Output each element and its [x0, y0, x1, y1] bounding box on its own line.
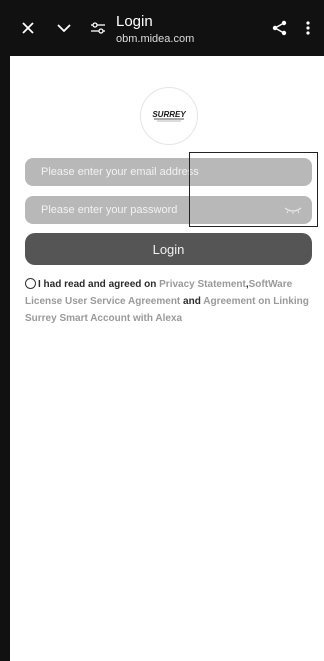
agreement-prefix: I had read and agreed on [38, 279, 157, 290]
privacy-statement-link[interactable]: Privacy Statement [159, 279, 246, 290]
close-icon[interactable] [18, 18, 38, 38]
agreement-and: and [183, 296, 201, 307]
eye-closed-icon[interactable] [283, 203, 303, 217]
agreement-text: I had read and agreed on Privacy Stateme… [25, 276, 315, 327]
page-title-block: Login obm.midea.com [116, 13, 195, 45]
agree-radio[interactable] [25, 278, 36, 289]
chevron-down-icon[interactable] [54, 18, 74, 38]
email-field[interactable] [25, 158, 312, 186]
svg-text:SURREY: SURREY [152, 110, 186, 119]
password-field[interactable] [25, 196, 312, 224]
surrey-logo: SURREY [140, 87, 198, 145]
page-url: obm.midea.com [116, 32, 195, 45]
share-icon[interactable] [270, 18, 290, 38]
more-vert-icon[interactable] [302, 18, 314, 38]
page-title: Login [116, 13, 153, 30]
browser-top-bar: Login obm.midea.com [0, 0, 324, 56]
tune-icon[interactable] [88, 18, 108, 38]
device-edge [0, 0, 10, 661]
login-button[interactable]: Login [25, 233, 312, 265]
